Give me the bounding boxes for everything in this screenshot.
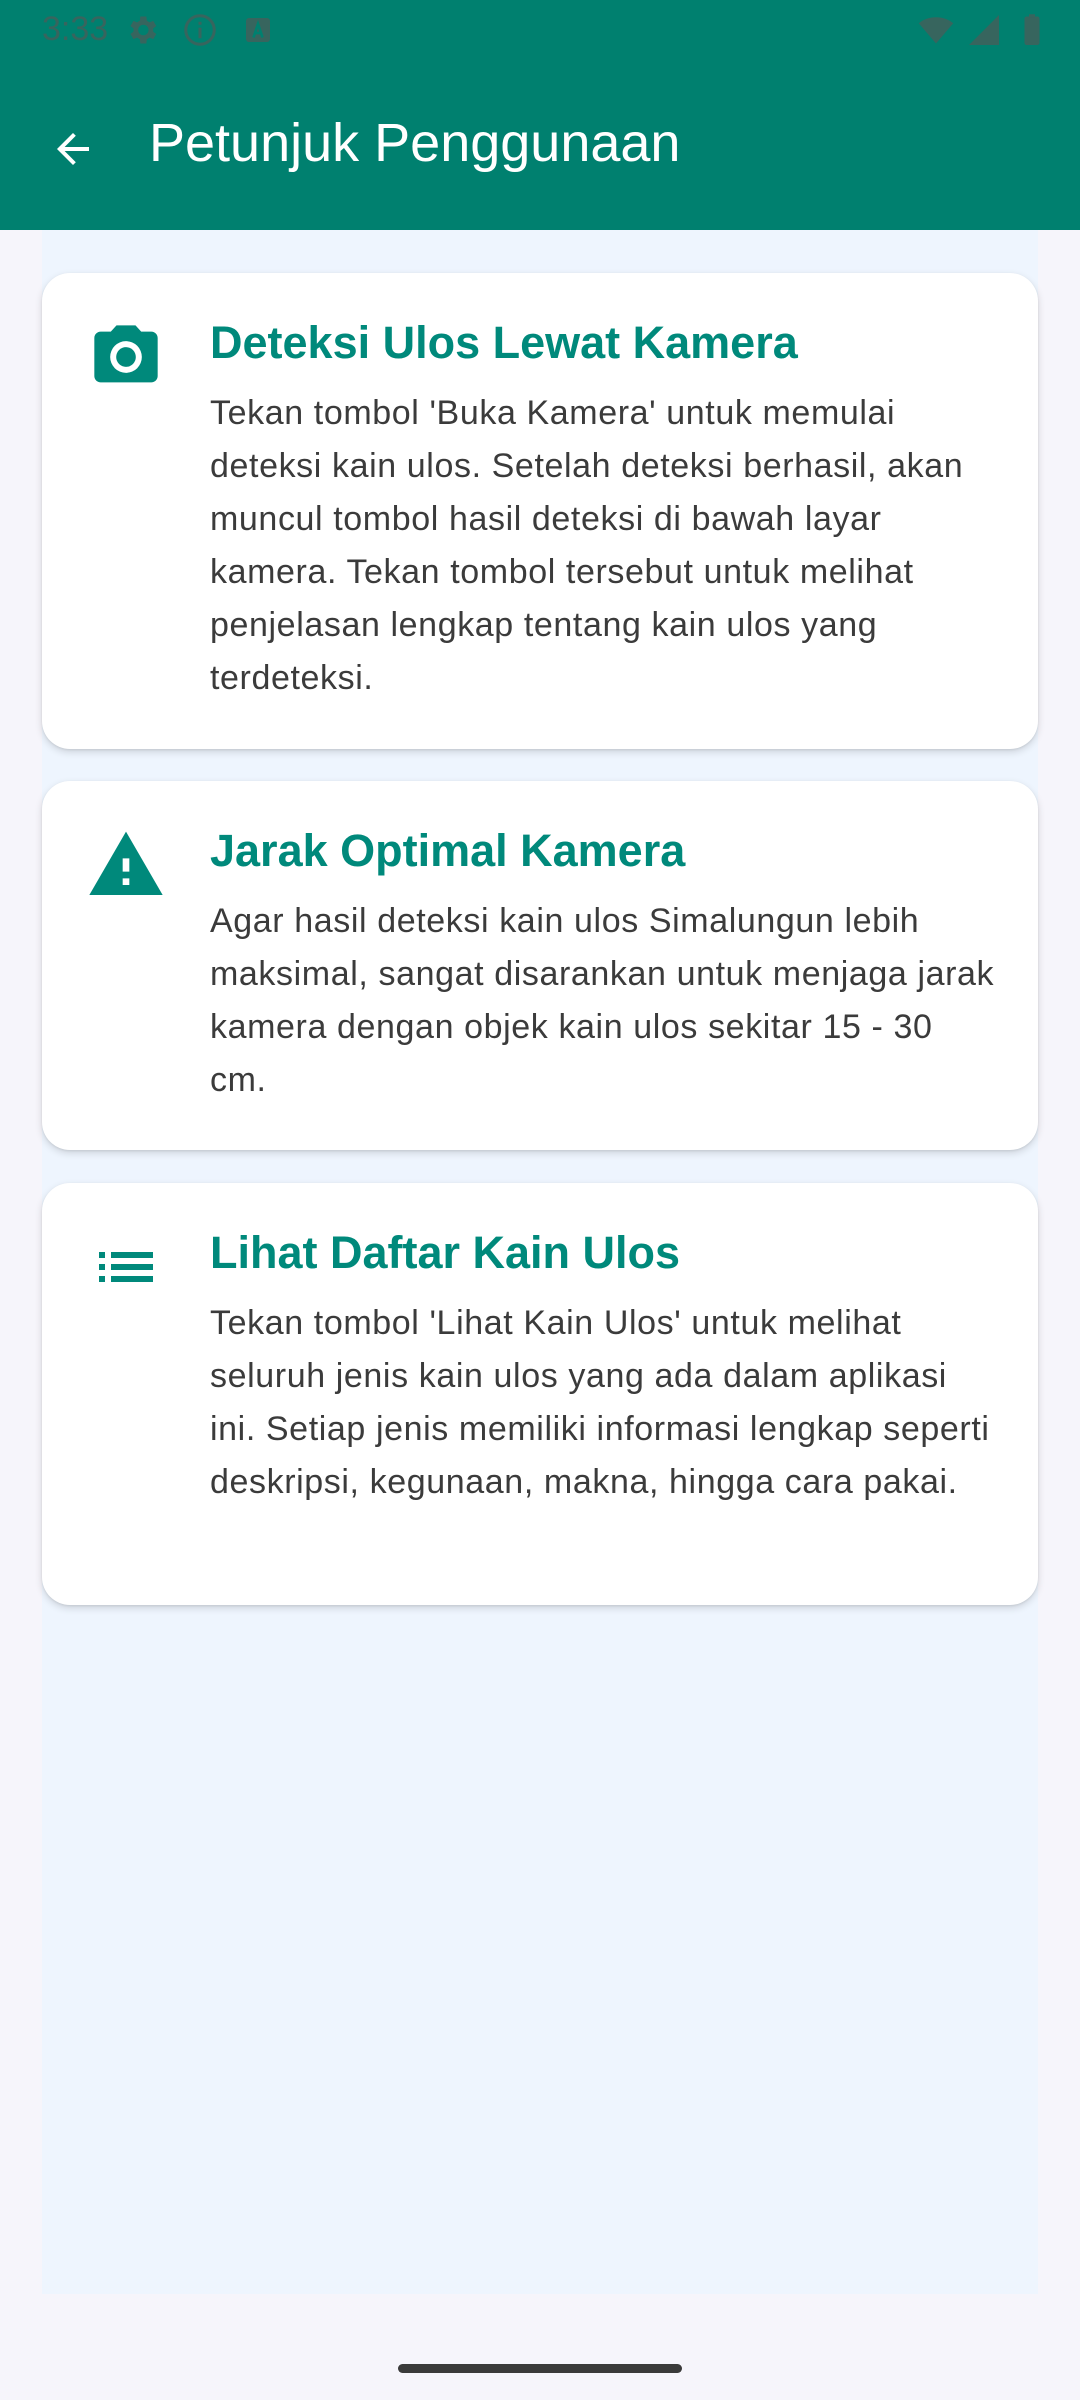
card-body: Tekan tombol 'Buka Kamera' untuk memulai… xyxy=(210,394,964,697)
card-body: Agar hasil deteksi kain ulos Simalungun … xyxy=(210,902,995,1099)
card-ulos-list: Lihat Daftar Kain Ulos Tekan tombol 'Lih… xyxy=(42,1183,1038,1605)
card-title: Lihat Daftar Kain Ulos xyxy=(210,1227,681,1278)
battery-icon xyxy=(1024,14,1040,45)
card-camera-detection: Deteksi Ulos Lewat Kamera Tekan tombol '… xyxy=(42,273,1038,749)
arrow-back-icon xyxy=(57,133,89,165)
wifi-icon xyxy=(918,17,954,44)
app-bar: Petunjuk Penggunaan xyxy=(0,60,1080,230)
camera-icon xyxy=(84,315,168,399)
app-a-icon xyxy=(246,18,270,42)
card-title: Deteksi Ulos Lewat Kamera xyxy=(210,317,798,368)
card-title: Jarak Optimal Kamera xyxy=(210,825,686,876)
signal-icon xyxy=(969,15,999,45)
page-title: Petunjuk Penggunaan xyxy=(149,113,681,173)
status-time: 3:33 xyxy=(42,10,109,48)
settings-icon xyxy=(130,16,157,44)
home-indicator[interactable] xyxy=(398,2364,682,2373)
list-icon xyxy=(84,1225,168,1309)
card-body: Tekan tombol 'Lihat Kain Ulos' untuk mel… xyxy=(210,1304,990,1501)
status-bar: 3:33 xyxy=(0,0,1080,60)
card-camera-distance: Jarak Optimal Kamera Agar hasil deteksi … xyxy=(42,781,1038,1150)
back-button[interactable] xyxy=(40,116,106,182)
info-icon xyxy=(184,14,216,46)
warning-icon xyxy=(84,823,168,907)
